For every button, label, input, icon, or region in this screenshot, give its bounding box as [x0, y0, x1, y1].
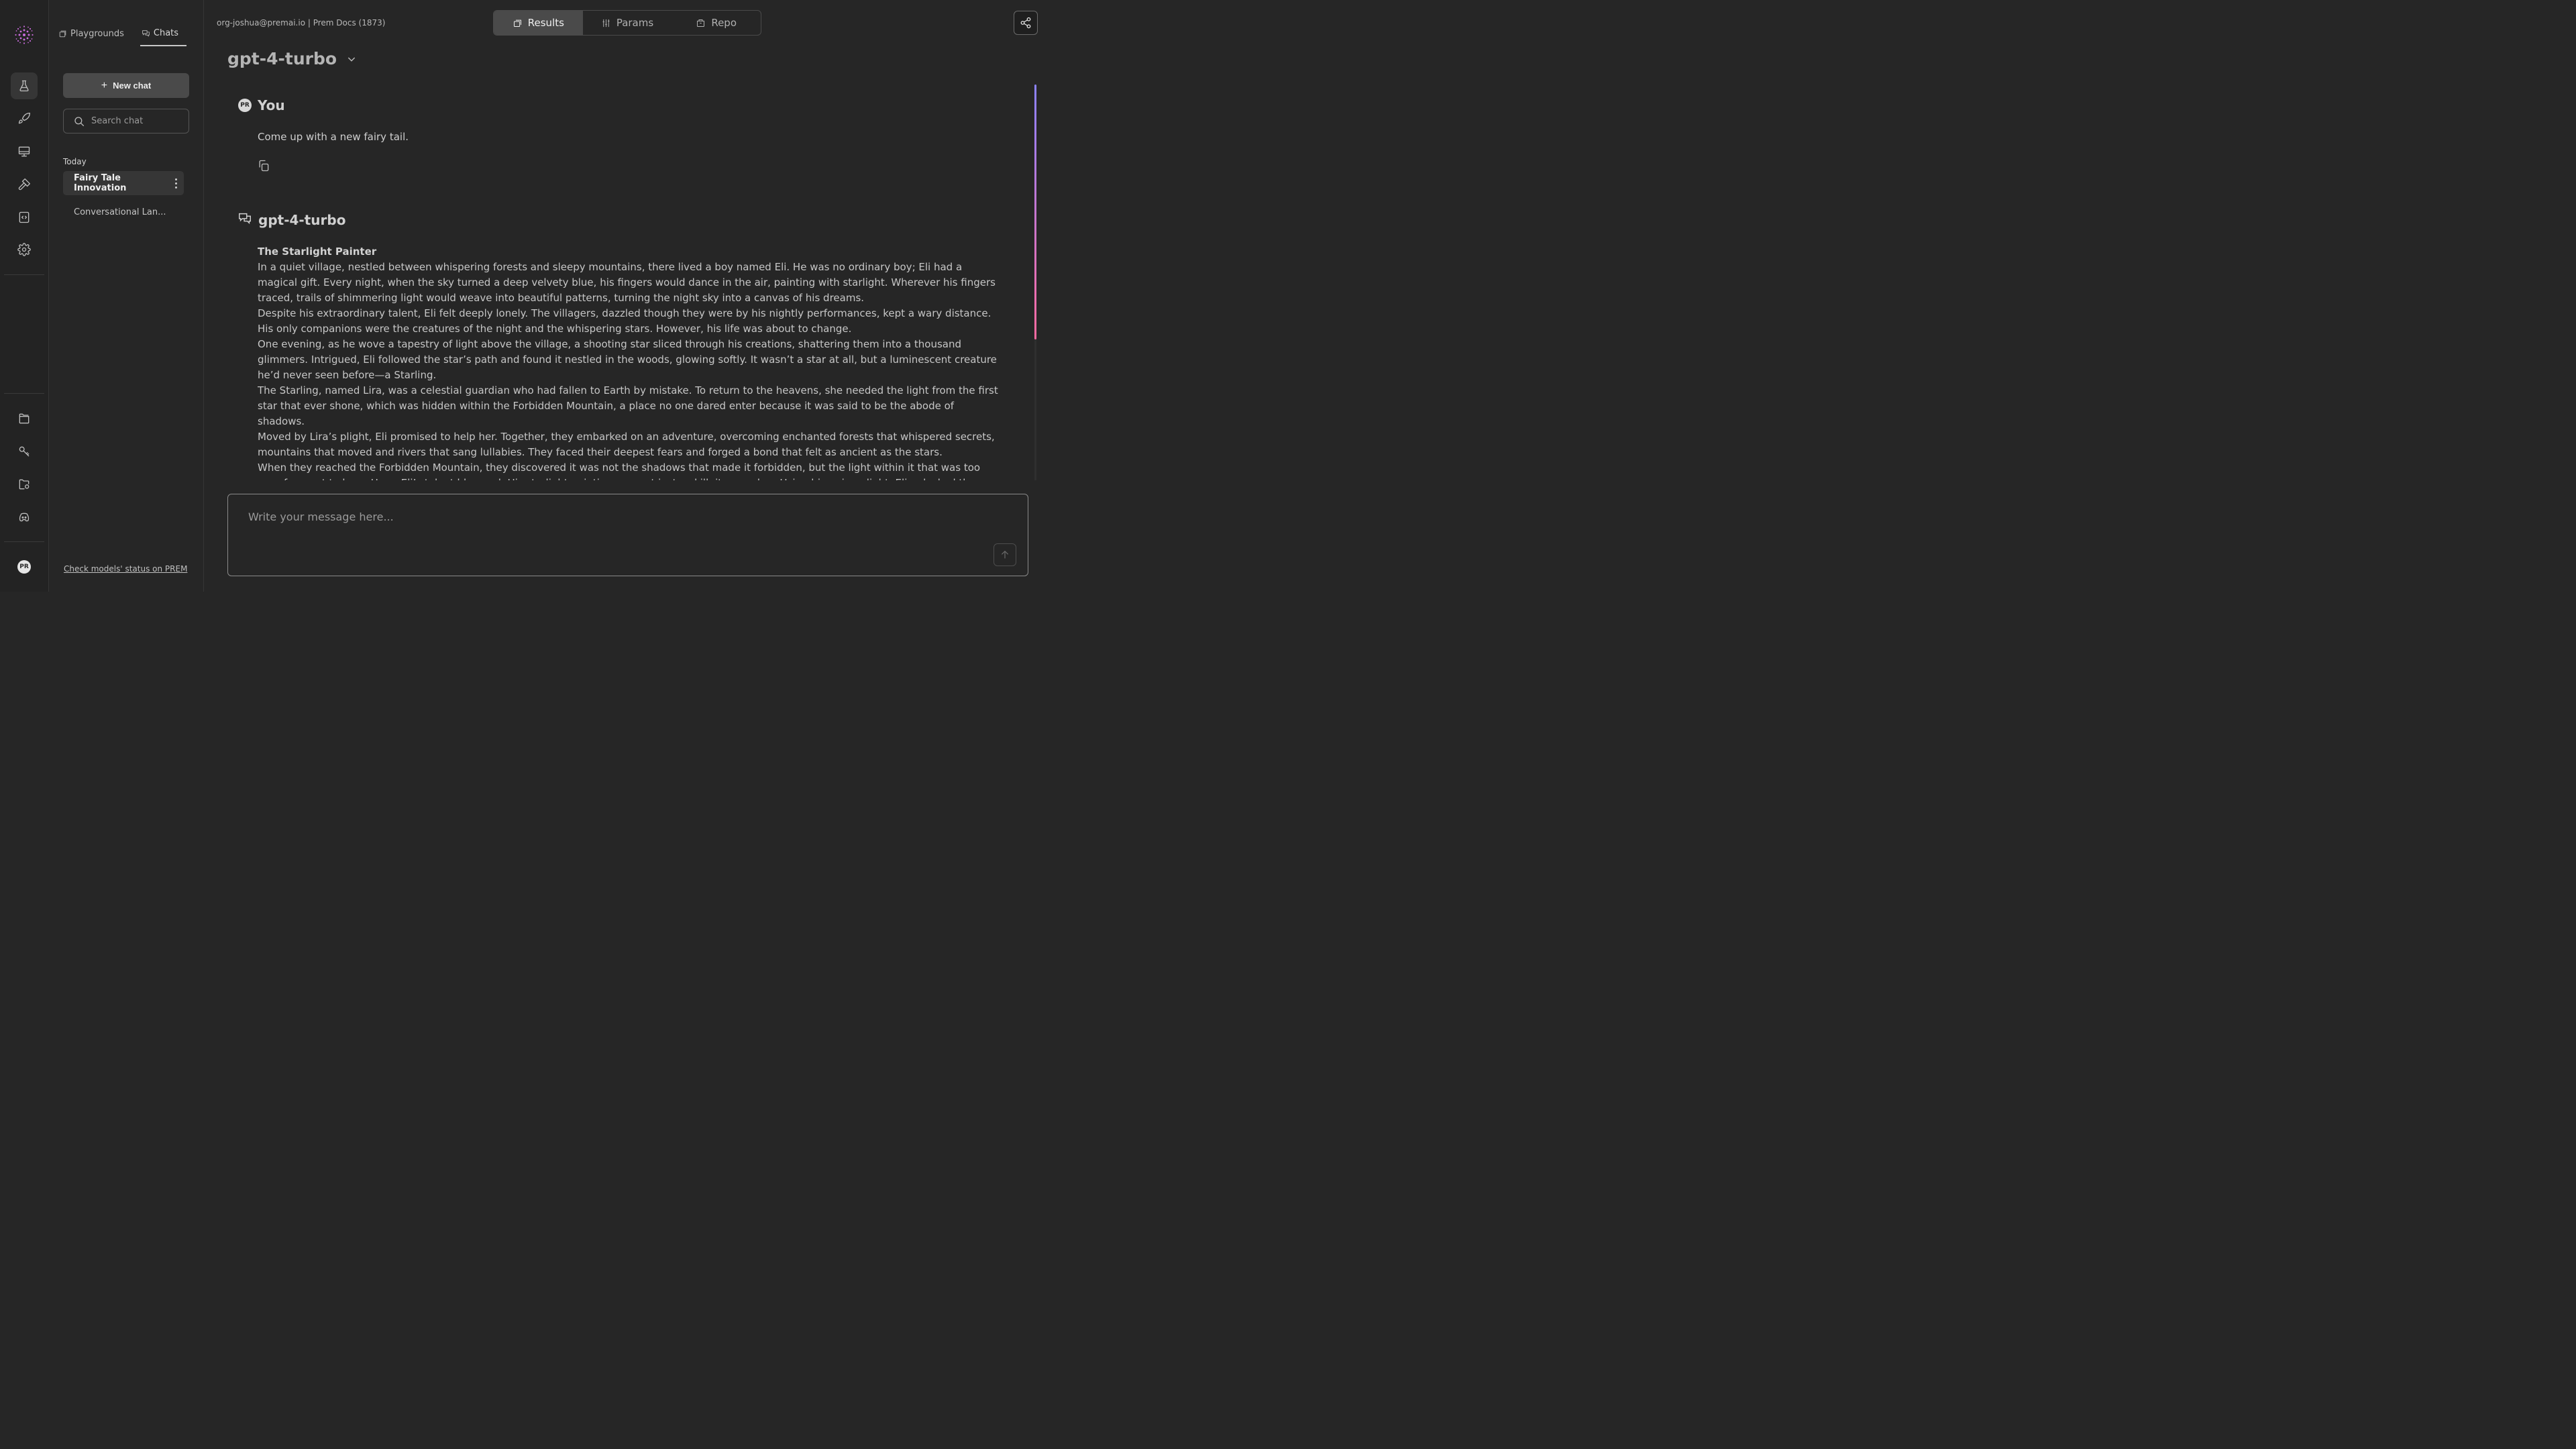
tab-playgrounds[interactable]: Playgrounds [58, 25, 124, 46]
user-message-text: Come up with a new fairy tail. [258, 131, 409, 143]
chat-bubbles-icon [237, 211, 252, 229]
settings-nav-button[interactable] [11, 236, 38, 263]
more-options-icon[interactable] [169, 178, 184, 189]
models-status-link[interactable]: Check models' status on PREM [64, 564, 187, 574]
chevron-down-icon [347, 56, 356, 62]
model-selector-label: gpt-4-turbo [227, 49, 337, 68]
share-button[interactable] [1014, 11, 1038, 35]
story-title: The Starlight Painter [258, 246, 377, 258]
chat-list-panel: Playgrounds Chats + New chat Search chat… [49, 0, 204, 592]
folders-icon [19, 413, 30, 424]
model-selector[interactable]: gpt-4-turbo [227, 49, 357, 68]
user-author: You [258, 97, 285, 113]
rocket-icon [18, 112, 30, 124]
code-file-icon [19, 211, 30, 223]
deploy-nav-button[interactable] [11, 138, 38, 165]
key-icon [19, 446, 30, 457]
rail-divider [4, 541, 44, 542]
search-icon [74, 116, 85, 126]
repo-folder-icon [697, 19, 705, 27]
playground-nav-button[interactable] [11, 72, 38, 99]
user-avatar: PR [238, 99, 252, 112]
story-paragraph: One evening, as he wove a tapestry of li… [258, 338, 997, 381]
sliders-icon [602, 19, 610, 27]
monitor-icon [18, 146, 30, 157]
project-settings-nav-button[interactable] [11, 471, 38, 498]
avatar: PR [17, 560, 31, 574]
user-menu-button[interactable]: PR [11, 553, 38, 580]
search-chat-field[interactable]: Search chat [63, 109, 189, 133]
prem-logo-icon[interactable] [13, 24, 35, 46]
tab-params[interactable]: Params [583, 11, 672, 35]
chat-bubbles-icon [142, 30, 150, 37]
rail-divider [4, 274, 44, 275]
panel-tabs: Playgrounds Chats [58, 25, 203, 46]
launchpad-nav-button[interactable] [11, 105, 38, 132]
story-paragraph: When they reached the Forbidden Mountain… [258, 462, 981, 480]
icon-rail: PR [0, 0, 49, 592]
rail-divider [4, 393, 44, 394]
discord-nav-button[interactable] [11, 504, 38, 531]
arrow-up-icon [1001, 550, 1009, 559]
assistant-message-body: The Starlight Painter In a quiet village… [258, 244, 998, 480]
tools-nav-button[interactable] [11, 171, 38, 198]
tab-params-label: Params [616, 17, 654, 29]
tab-results[interactable]: Results [494, 11, 583, 35]
story-paragraph: Despite his extraordinary talent, Eli fe… [258, 307, 991, 335]
message-input[interactable] [247, 509, 974, 552]
api-keys-nav-button[interactable] [11, 438, 38, 465]
org-info: org-joshua@premai.io | Prem Docs (1873) [217, 18, 386, 28]
message-composer [227, 494, 1028, 576]
story-paragraph: In a quiet village, nestled between whis… [258, 261, 996, 304]
search-placeholder: Search chat [91, 116, 144, 126]
discord-icon [19, 513, 30, 522]
new-chat-label: New chat [113, 80, 152, 91]
assistant-message-header: gpt-4-turbo [237, 211, 345, 229]
projects-nav-button[interactable] [11, 405, 38, 432]
section-label-today: Today [63, 157, 87, 166]
flask-icon [19, 80, 29, 92]
tab-chats[interactable]: Chats [140, 25, 187, 46]
conversation-item[interactable]: Conversational Lan... [74, 207, 166, 217]
conversation-title: Fairy Tale Innovation [74, 173, 127, 193]
hammer-icon [18, 178, 30, 191]
send-button[interactable] [994, 543, 1016, 566]
conversation-item-active[interactable]: Fairy Tale Innovation [63, 171, 184, 195]
story-paragraph: Moved by Lira’s plight, Eli promised to … [258, 431, 995, 458]
tab-playgrounds-label: Playgrounds [70, 29, 124, 39]
folder-gear-icon [19, 479, 30, 490]
playground-icon [59, 30, 66, 38]
code-nav-button[interactable] [11, 204, 38, 231]
scrollbar-thumb[interactable] [1034, 85, 1036, 339]
copy-icon [259, 160, 269, 172]
copy-button[interactable] [257, 159, 270, 175]
user-message-header: PR You [238, 97, 285, 113]
results-icon [513, 19, 521, 27]
tab-chats-label: Chats [153, 28, 179, 38]
tab-results-label: Results [527, 17, 564, 29]
tab-repo[interactable]: Repo [672, 11, 761, 35]
view-tabs: Results Params Repo [493, 10, 761, 36]
scrollbar[interactable] [1034, 85, 1036, 480]
assistant-author: gpt-4-turbo [258, 211, 346, 228]
gear-icon [17, 243, 31, 256]
new-chat-button[interactable]: + New chat [63, 73, 189, 98]
tab-repo-label: Repo [711, 17, 737, 29]
share-icon [1020, 17, 1031, 29]
plus-icon: + [101, 79, 108, 91]
story-paragraph: The Starling, named Lira, was a celestia… [258, 384, 998, 427]
